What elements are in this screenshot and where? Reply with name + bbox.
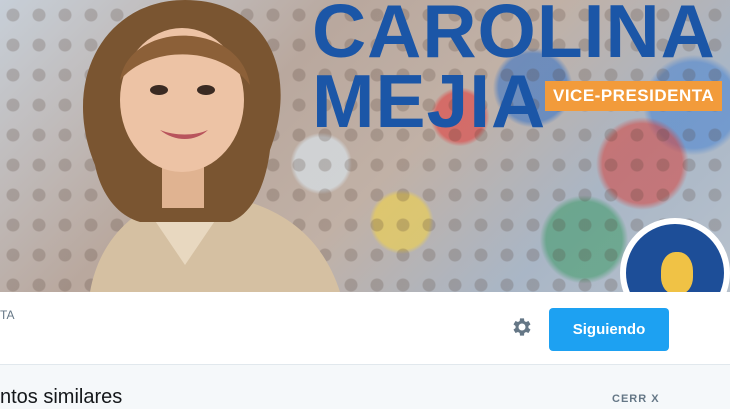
profile-label-partial: TA <box>0 308 15 322</box>
party-seal-emblem <box>661 252 693 292</box>
profile-banner: CAROLINA MEJIA VICE-PRESIDENTA O REVOLUC… <box>0 0 730 292</box>
role-badge: VICE-PRESIDENTA <box>545 81 723 111</box>
similar-accounts-title: ntos similares <box>0 386 123 408</box>
candidate-portrait <box>82 0 340 292</box>
close-similar-link[interactable]: CERR X <box>612 393 660 405</box>
candidate-last-name: MEJIA <box>312 59 547 143</box>
gear-icon[interactable] <box>510 315 534 339</box>
following-button[interactable]: Siguiendo <box>549 308 669 351</box>
